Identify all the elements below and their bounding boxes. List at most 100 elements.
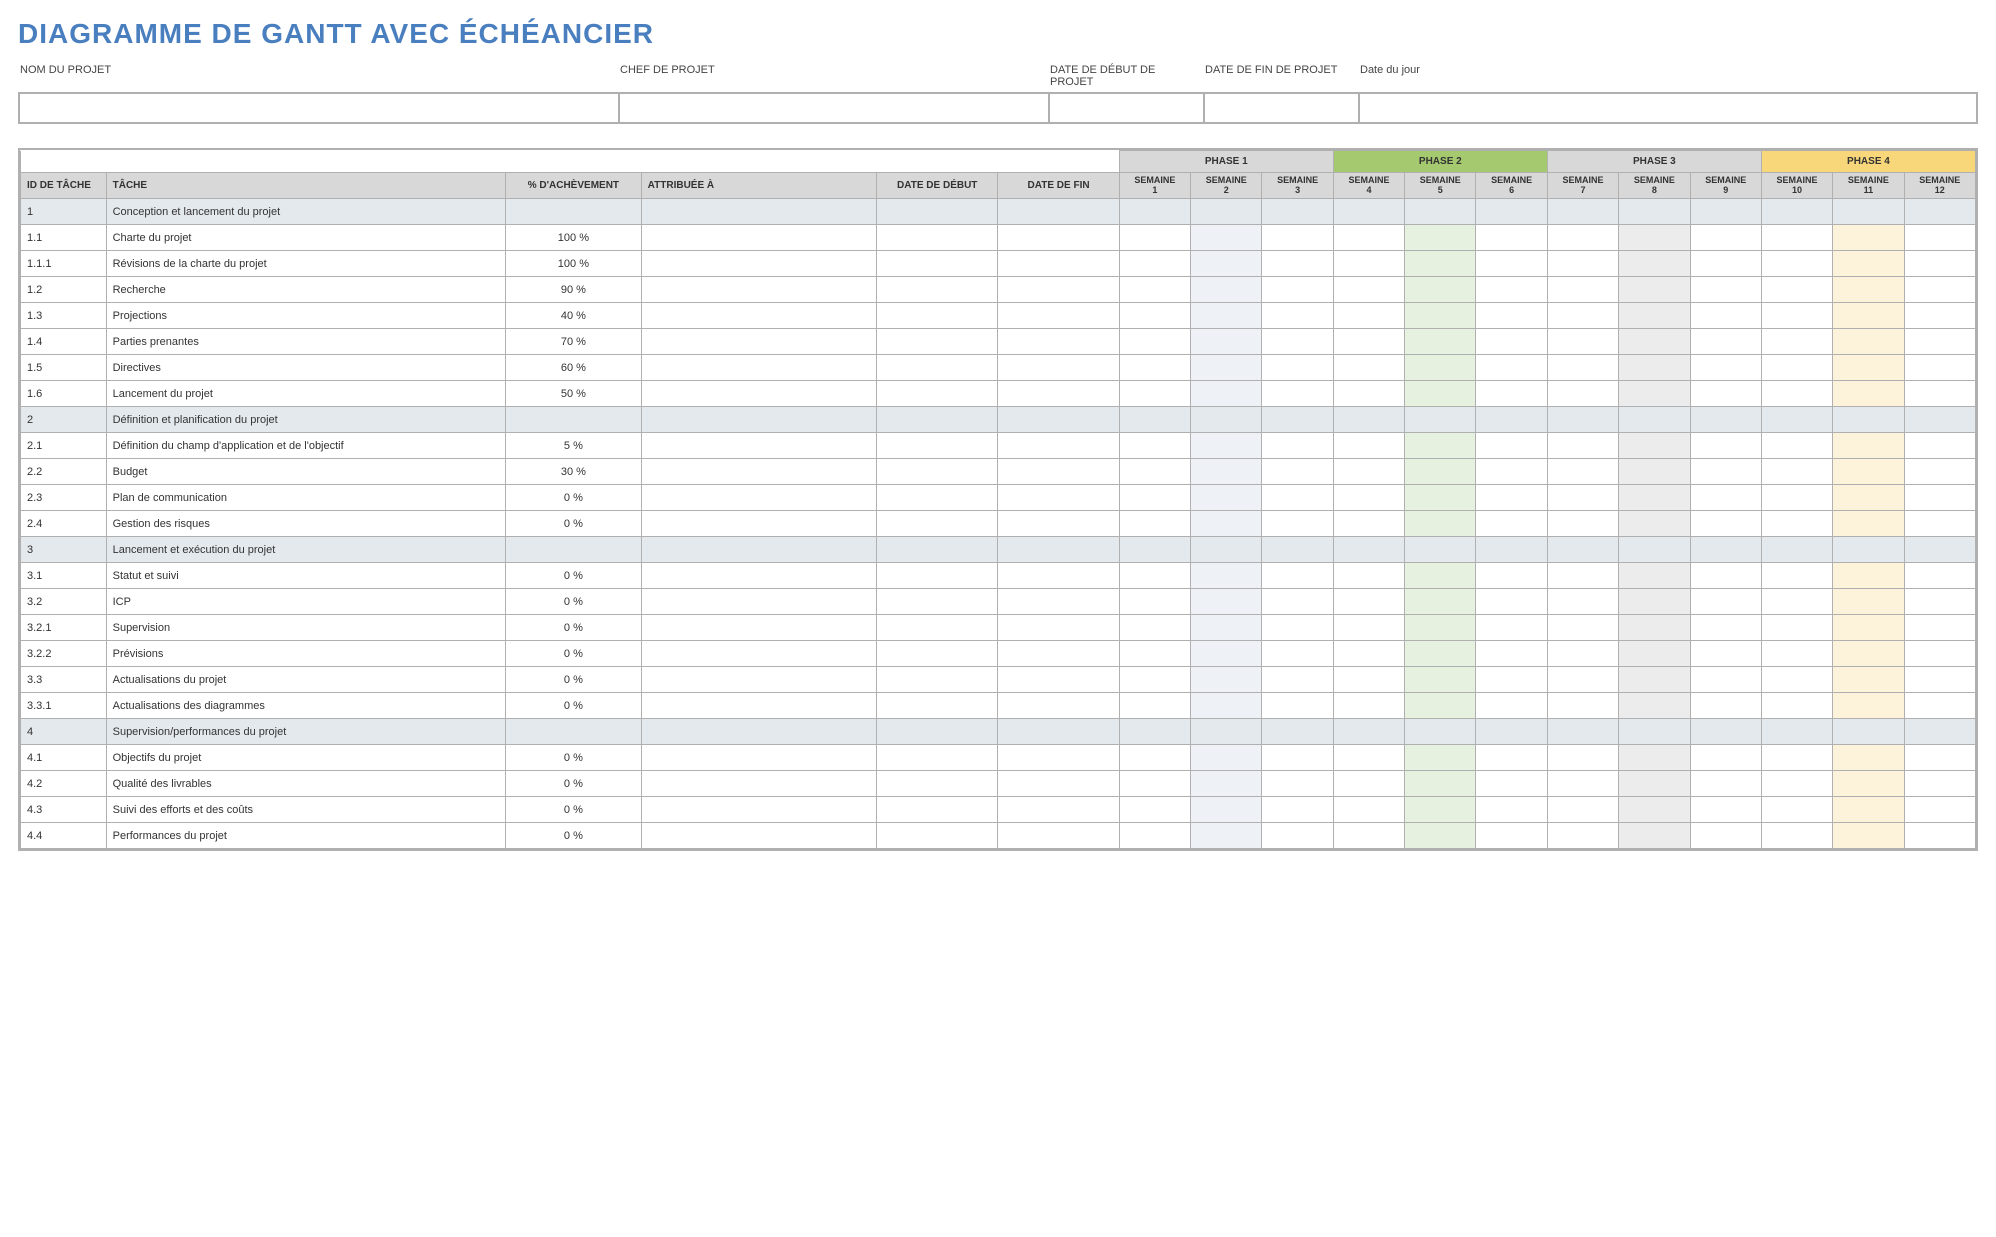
cell-attr[interactable] xyxy=(641,199,876,225)
cell-week-10[interactable] xyxy=(1761,329,1832,355)
cell-end[interactable] xyxy=(998,303,1119,329)
cell-week-10[interactable] xyxy=(1761,277,1832,303)
cell-week-3[interactable] xyxy=(1262,485,1333,511)
cell-task[interactable]: Charte du projet xyxy=(106,225,506,251)
cell-start[interactable] xyxy=(877,225,998,251)
cell-end[interactable] xyxy=(998,693,1119,719)
cell-week-3[interactable] xyxy=(1262,303,1333,329)
cell-attr[interactable] xyxy=(641,485,876,511)
cell-week-12[interactable] xyxy=(1904,745,1975,771)
cell-pct[interactable]: 70 % xyxy=(506,329,642,355)
cell-week-2[interactable] xyxy=(1191,563,1262,589)
cell-week-6[interactable] xyxy=(1476,615,1547,641)
cell-attr[interactable] xyxy=(641,563,876,589)
cell-week-4[interactable] xyxy=(1333,407,1404,433)
cell-start[interactable] xyxy=(877,277,998,303)
cell-week-3[interactable] xyxy=(1262,797,1333,823)
cell-week-4[interactable] xyxy=(1333,693,1404,719)
cell-end[interactable] xyxy=(998,641,1119,667)
cell-week-7[interactable] xyxy=(1547,615,1618,641)
cell-id[interactable]: 2.2 xyxy=(21,459,107,485)
cell-pct[interactable] xyxy=(506,199,642,225)
cell-week-7[interactable] xyxy=(1547,693,1618,719)
cell-end[interactable] xyxy=(998,407,1119,433)
cell-pct[interactable] xyxy=(506,407,642,433)
cell-week-9[interactable] xyxy=(1690,485,1761,511)
cell-week-10[interactable] xyxy=(1761,407,1832,433)
cell-task[interactable]: ICP xyxy=(106,589,506,615)
cell-week-10[interactable] xyxy=(1761,693,1832,719)
cell-week-11[interactable] xyxy=(1833,589,1904,615)
cell-start[interactable] xyxy=(877,797,998,823)
cell-end[interactable] xyxy=(998,225,1119,251)
cell-week-3[interactable] xyxy=(1262,459,1333,485)
cell-week-1[interactable] xyxy=(1119,199,1190,225)
cell-week-5[interactable] xyxy=(1405,251,1476,277)
cell-week-5[interactable] xyxy=(1405,329,1476,355)
cell-week-8[interactable] xyxy=(1619,355,1690,381)
cell-attr[interactable] xyxy=(641,433,876,459)
cell-week-12[interactable] xyxy=(1904,277,1975,303)
cell-task[interactable]: Directives xyxy=(106,355,506,381)
cell-id[interactable]: 1.2 xyxy=(21,277,107,303)
input-project-name[interactable] xyxy=(20,94,620,122)
cell-week-5[interactable] xyxy=(1405,823,1476,849)
cell-week-7[interactable] xyxy=(1547,589,1618,615)
cell-week-2[interactable] xyxy=(1191,511,1262,537)
cell-week-4[interactable] xyxy=(1333,355,1404,381)
cell-week-4[interactable] xyxy=(1333,719,1404,745)
cell-week-2[interactable] xyxy=(1191,589,1262,615)
cell-week-3[interactable] xyxy=(1262,511,1333,537)
cell-attr[interactable] xyxy=(641,251,876,277)
cell-week-2[interactable] xyxy=(1191,459,1262,485)
cell-attr[interactable] xyxy=(641,589,876,615)
cell-week-4[interactable] xyxy=(1333,251,1404,277)
cell-week-12[interactable] xyxy=(1904,251,1975,277)
cell-attr[interactable] xyxy=(641,277,876,303)
cell-end[interactable] xyxy=(998,615,1119,641)
cell-week-9[interactable] xyxy=(1690,797,1761,823)
cell-week-9[interactable] xyxy=(1690,771,1761,797)
cell-week-3[interactable] xyxy=(1262,355,1333,381)
cell-task[interactable]: Supervision xyxy=(106,615,506,641)
cell-week-8[interactable] xyxy=(1619,771,1690,797)
cell-task[interactable]: Supervision/performances du projet xyxy=(106,719,506,745)
cell-week-11[interactable] xyxy=(1833,433,1904,459)
cell-week-7[interactable] xyxy=(1547,771,1618,797)
cell-week-10[interactable] xyxy=(1761,433,1832,459)
cell-week-1[interactable] xyxy=(1119,381,1190,407)
cell-week-2[interactable] xyxy=(1191,693,1262,719)
cell-end[interactable] xyxy=(998,459,1119,485)
cell-task[interactable]: Actualisations du projet xyxy=(106,667,506,693)
cell-week-1[interactable] xyxy=(1119,719,1190,745)
cell-week-4[interactable] xyxy=(1333,459,1404,485)
cell-end[interactable] xyxy=(998,355,1119,381)
cell-week-5[interactable] xyxy=(1405,771,1476,797)
cell-week-7[interactable] xyxy=(1547,719,1618,745)
cell-week-11[interactable] xyxy=(1833,485,1904,511)
cell-week-2[interactable] xyxy=(1191,615,1262,641)
cell-end[interactable] xyxy=(998,823,1119,849)
cell-task[interactable]: Gestion des risques xyxy=(106,511,506,537)
cell-week-5[interactable] xyxy=(1405,797,1476,823)
cell-id[interactable]: 4.2 xyxy=(21,771,107,797)
cell-week-9[interactable] xyxy=(1690,511,1761,537)
cell-week-11[interactable] xyxy=(1833,277,1904,303)
cell-week-9[interactable] xyxy=(1690,355,1761,381)
cell-week-7[interactable] xyxy=(1547,459,1618,485)
cell-week-12[interactable] xyxy=(1904,537,1975,563)
cell-week-6[interactable] xyxy=(1476,199,1547,225)
cell-week-9[interactable] xyxy=(1690,641,1761,667)
cell-week-2[interactable] xyxy=(1191,537,1262,563)
cell-week-12[interactable] xyxy=(1904,199,1975,225)
cell-week-9[interactable] xyxy=(1690,329,1761,355)
cell-week-6[interactable] xyxy=(1476,407,1547,433)
cell-task[interactable]: Actualisations des diagrammes xyxy=(106,693,506,719)
cell-week-1[interactable] xyxy=(1119,641,1190,667)
cell-week-1[interactable] xyxy=(1119,355,1190,381)
cell-week-4[interactable] xyxy=(1333,771,1404,797)
cell-week-4[interactable] xyxy=(1333,303,1404,329)
cell-week-5[interactable] xyxy=(1405,355,1476,381)
cell-attr[interactable] xyxy=(641,771,876,797)
cell-week-12[interactable] xyxy=(1904,797,1975,823)
